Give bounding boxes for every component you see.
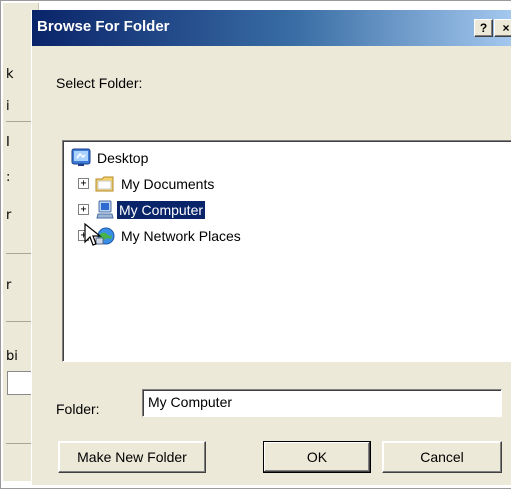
folder-icon	[95, 176, 114, 192]
background-text-fragment: i	[6, 99, 10, 114]
background-text-fragment: r	[6, 278, 12, 293]
cancel-button[interactable]: Cancel	[382, 441, 502, 473]
folder-name-input[interactable]: My Computer	[142, 389, 502, 417]
dialog-title: Browse For Folder	[37, 18, 170, 35]
make-new-folder-button[interactable]: Make New Folder	[58, 441, 206, 473]
mouse-pointer-icon	[84, 223, 102, 246]
background-text-fragment: bi	[6, 349, 18, 364]
tree-item-label: My Network Places	[121, 228, 241, 244]
background-text-fragment: k	[6, 67, 14, 82]
desktop-icon	[71, 148, 91, 166]
tree-item-my-documents[interactable]: + My Documents	[69, 173, 309, 195]
expand-toggle-icon[interactable]: +	[78, 204, 89, 215]
tree-item-label: Desktop	[97, 150, 149, 166]
tree-item-label: My Computer	[117, 201, 206, 219]
browse-for-folder-dialog: Browse For Folder ? × Select Folder: Des…	[31, 10, 513, 485]
tree-item-label: My Documents	[121, 176, 215, 192]
folder-label: Folder:	[56, 401, 100, 417]
background-text-fragment: I	[6, 135, 10, 150]
background-text-fragment: r	[6, 208, 12, 223]
expand-toggle-icon[interactable]: +	[78, 178, 89, 189]
ok-button[interactable]: OK	[263, 441, 371, 473]
select-folder-instruction: Select Folder:	[56, 75, 143, 91]
title-bar[interactable]: Browse For Folder ? ×	[32, 10, 513, 46]
background-text-fragment: :	[6, 170, 11, 185]
tree-item-my-computer[interactable]: + My Computer	[69, 199, 309, 221]
computer-icon	[96, 200, 114, 219]
folder-tree[interactable]: Desktop + My Documents + My Computer + M…	[62, 140, 513, 362]
tree-item-my-network-places[interactable]: + My Network Places	[69, 225, 329, 247]
help-button[interactable]: ?	[474, 19, 493, 37]
tree-item-desktop[interactable]: Desktop	[69, 147, 269, 169]
